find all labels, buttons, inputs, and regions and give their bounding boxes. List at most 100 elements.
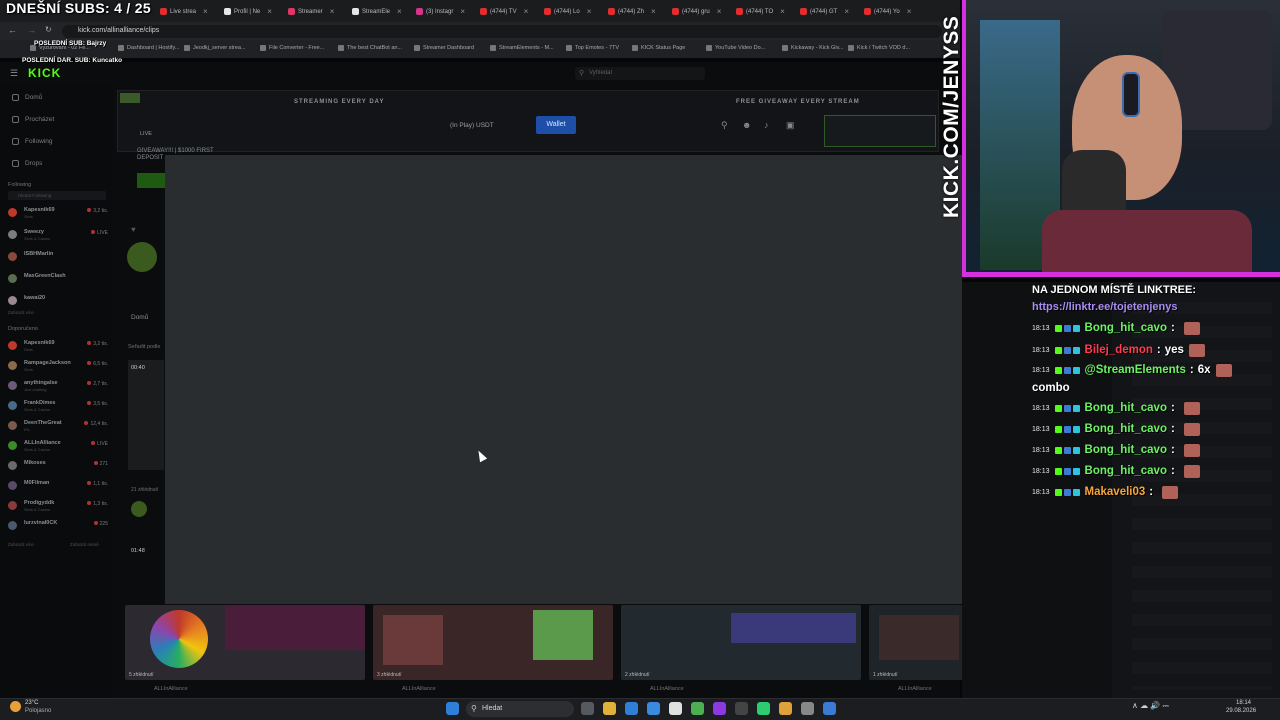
channel-item[interactable]: Kapesnik69 Slots 3,2 tis. xyxy=(8,340,108,354)
wallet-button[interactable]: Wallet xyxy=(536,116,576,134)
show-less-recommended[interactable]: Zobrazit méně xyxy=(70,542,99,547)
channel-item[interactable]: ISBHMarlin xyxy=(8,251,108,265)
show-more-following[interactable]: Zobrazit více xyxy=(8,310,34,315)
search-input[interactable]: ⚲ Vyhledat xyxy=(575,67,705,80)
linktree-link[interactable]: https://linktr.ee/tojetenjenys xyxy=(1032,301,1177,313)
chat-username[interactable]: Bilej_demon xyxy=(1085,344,1153,356)
close-icon[interactable]: × xyxy=(844,7,849,16)
bookmark-item[interactable]: Dashboard | Hostify... xyxy=(118,45,179,51)
taskbar-app-icon[interactable] xyxy=(691,702,704,715)
clip-card[interactable]: 2 zhlédnutí xyxy=(621,605,861,680)
channel-item[interactable]: MaxGreenClash xyxy=(8,273,108,287)
close-icon[interactable]: × xyxy=(780,7,785,16)
close-icon[interactable]: × xyxy=(203,7,208,16)
weather-temp[interactable]: 23°C xyxy=(25,700,38,706)
close-icon[interactable]: × xyxy=(524,7,529,16)
sidebar-nav-item[interactable]: Procházet xyxy=(12,116,54,123)
heart-icon[interactable]: ♥ xyxy=(131,225,136,234)
taskbar-app-icon[interactable] xyxy=(801,702,814,715)
clip-modal[interactable] xyxy=(165,155,962,604)
browser-tab[interactable]: (3) Instagr × xyxy=(416,3,476,20)
search-icon[interactable]: ⚲ xyxy=(721,120,728,131)
close-icon[interactable]: × xyxy=(330,7,335,16)
bookmark-item[interactable]: Kickaway - Kick Giv... xyxy=(782,45,843,51)
channel-item[interactable]: Mikoses 271 xyxy=(8,460,108,474)
browser-tab[interactable]: (4744) Zh × xyxy=(608,3,668,20)
channel-item[interactable]: kawai20 xyxy=(8,295,108,309)
user-icon[interactable]: ☻ xyxy=(742,120,751,130)
sidebar-nav-item[interactable]: Domů xyxy=(12,94,42,101)
browser-tab[interactable]: Live strea × xyxy=(160,3,220,20)
taskbar-app-icon[interactable] xyxy=(823,702,836,715)
weather-icon[interactable] xyxy=(10,701,21,712)
forward-icon[interactable]: → xyxy=(27,25,36,35)
browser-tab[interactable]: StreamEle × xyxy=(352,3,412,20)
clock-time[interactable]: 18:14 xyxy=(1236,700,1251,706)
channel-item[interactable]: DeenTheGreat IRL 12,4 tis. xyxy=(8,420,108,434)
bookmark-item[interactable]: The best ChatBot an... xyxy=(338,45,402,51)
browser-tab[interactable]: Streamer × xyxy=(288,3,348,20)
chat-username[interactable]: @StreamElements xyxy=(1085,364,1186,376)
back-icon[interactable]: ← xyxy=(8,25,17,35)
bookmark-item[interactable]: File Converter - Free... xyxy=(260,45,324,51)
channel-item[interactable]: Prodigyddk Slots & Casino 1,3 tis. xyxy=(8,500,108,514)
chat-username[interactable]: Makaveli03 xyxy=(1085,486,1146,498)
close-icon[interactable]: × xyxy=(717,7,722,16)
currency-select[interactable]: (In Play) USDT xyxy=(450,122,494,129)
close-icon[interactable]: × xyxy=(267,7,272,16)
taskbar-app-icon[interactable] xyxy=(757,702,770,715)
channel-item[interactable]: FrankDimes Slots & Casino 3,5 tis. xyxy=(8,400,108,414)
close-icon[interactable]: × xyxy=(651,7,656,16)
reload-icon[interactable]: ↻ xyxy=(45,25,52,34)
follow-button[interactable] xyxy=(137,173,165,188)
taskbar-app-icon[interactable] xyxy=(647,702,660,715)
bookmark-item[interactable]: Top Emotes - 7TV xyxy=(566,45,619,51)
chat-username[interactable]: Bong_hit_cavo xyxy=(1085,423,1167,435)
taskbar-app-icon[interactable] xyxy=(713,702,726,715)
start-icon[interactable] xyxy=(446,702,459,715)
clip-thumb[interactable] xyxy=(128,360,164,470)
channel-item[interactable]: anythingalse Just chatting 2,7 tis. xyxy=(8,380,108,394)
chat-username[interactable]: Bong_hit_cavo xyxy=(1085,444,1167,456)
sort-label[interactable]: Seřadit podle xyxy=(128,344,160,350)
bell-icon[interactable]: ♪ xyxy=(764,120,769,130)
taskbar-app-icon[interactable] xyxy=(603,702,616,715)
bookmark-item[interactable]: Streamer Dashboard xyxy=(414,45,474,51)
taskbar-app-icon[interactable] xyxy=(625,702,638,715)
browser-tab[interactable]: (4744) Yo × xyxy=(864,3,924,20)
channel-item[interactable]: ALLInAlliance Slots & Casino LIVE xyxy=(8,440,108,454)
kick-logo[interactable]: KICK xyxy=(28,66,61,80)
panel-icon[interactable]: ▣ xyxy=(786,120,795,131)
bookmark-item[interactable]: StreamElements - M... xyxy=(490,45,554,51)
taskbar-app-icon[interactable] xyxy=(735,702,748,715)
close-icon[interactable]: × xyxy=(460,7,465,16)
channel-item[interactable]: M0Filman 1,1 tis. xyxy=(8,480,108,494)
channel-item[interactable]: lurzvinal0CK 225 xyxy=(8,520,108,534)
channel-item[interactable]: Kapesnik69 Slots 3,2 tis. xyxy=(8,207,108,221)
close-icon[interactable]: × xyxy=(397,7,402,16)
close-icon[interactable]: × xyxy=(907,7,912,16)
channel-item[interactable]: Sweezy Slots & Casino LIVE xyxy=(8,229,108,243)
taskbar-app-icon[interactable] xyxy=(779,702,792,715)
bookmark-item[interactable]: YouTube Video Do... xyxy=(706,45,765,51)
chat-username[interactable]: Bong_hit_cavo xyxy=(1085,322,1167,334)
channel-item[interactable]: RampageJackson Slots 6,5 tis. xyxy=(8,360,108,374)
sidebar-nav-item[interactable]: Drops xyxy=(12,160,42,167)
clip-card[interactable]: 3 zhlédnutí xyxy=(373,605,613,680)
taskbar-app-icon[interactable] xyxy=(669,702,682,715)
close-icon[interactable]: × xyxy=(587,7,592,16)
browser-tab[interactable]: (4744) GT × xyxy=(800,3,860,20)
browser-tab[interactable]: (4744) Lo × xyxy=(544,3,604,20)
taskbar-search[interactable]: ⚲ Hledat xyxy=(466,701,574,717)
browser-tab[interactable]: (4744) gru × xyxy=(672,3,732,20)
address-bar[interactable]: kick.com/allinalliance/clips xyxy=(62,25,942,38)
channel-avatar[interactable] xyxy=(127,242,157,272)
bookmark-item[interactable]: Kick / Twitch VOD d... xyxy=(848,45,910,51)
browser-tab[interactable]: (4744) TO × xyxy=(736,3,796,20)
sidebar-nav-item[interactable]: Following xyxy=(12,138,52,145)
browser-tab[interactable]: (4744) TV × xyxy=(480,3,540,20)
bookmark-item[interactable]: KICK Status Page xyxy=(632,45,685,51)
browser-tab[interactable]: Profil | Ne × xyxy=(224,3,284,20)
bookmark-item[interactable]: Jeodkj_server strea... xyxy=(184,45,246,51)
chat-username[interactable]: Bong_hit_cavo xyxy=(1085,465,1167,477)
